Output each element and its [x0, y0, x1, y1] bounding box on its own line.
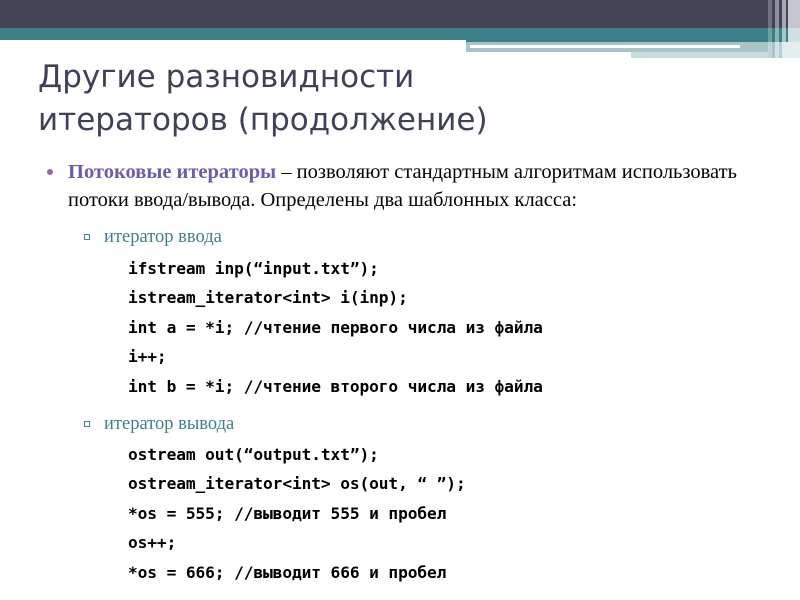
header-teal-block	[466, 28, 800, 42]
square-bullet-icon	[84, 421, 90, 428]
slide-body: Потоковые итераторы – позволяют стандарт…	[0, 158, 800, 587]
subbullet-label: итератор ввода	[104, 227, 222, 247]
code-block-input-iterator: ifstream inp(“input.txt”); istream_itera…	[0, 254, 800, 401]
header-white-line-1	[470, 45, 740, 48]
square-bullet-icon	[84, 234, 90, 240]
code-line: i++;	[128, 347, 167, 367]
header-dark-band	[0, 0, 800, 28]
header-vstripe-pale-5	[782, 42, 800, 58]
subbullet-label: итератор вывода	[104, 414, 235, 435]
subbullet-item-output-iterator: итератор вывода	[0, 411, 800, 437]
bullet-lead-text: Потоковые итераторы	[68, 161, 277, 183]
code-block-output-iterator: ostream out(“output.txt”); ostream_itera…	[0, 440, 800, 587]
code-line: int b = *i; //чтение второго числа из фа…	[128, 376, 543, 396]
header-vstripe-7	[788, 0, 800, 28]
slide: Другие разновидности итераторов (продолж…	[0, 0, 800, 600]
header-vstripe-teal-7	[788, 28, 800, 42]
slide-title: Другие разновидности итераторов (продолж…	[38, 59, 488, 138]
code-line: istream_iterator<int> i(inp);	[128, 288, 408, 308]
code-line: *os = 555; //выводит 555 и пробел	[128, 503, 447, 523]
disc-bullet-icon	[47, 169, 53, 175]
header-decoration	[0, 0, 800, 62]
code-line: ostream out(“output.txt”);	[128, 445, 379, 465]
code-line: ostream_iterator<int> os(out, “ ”);	[128, 474, 466, 494]
code-line: ifstream inp(“input.txt”);	[128, 259, 379, 278]
code-line: *os = 666; //выводит 666 и пробел	[128, 562, 447, 582]
bullet-item: Потоковые итераторы – позволяют стандарт…	[0, 158, 800, 214]
subbullet-item-input-iterator: итератор ввода	[0, 224, 800, 250]
code-line: int a = *i; //чтение первого числа из фа…	[128, 317, 543, 337]
code-line: os++;	[128, 533, 177, 553]
